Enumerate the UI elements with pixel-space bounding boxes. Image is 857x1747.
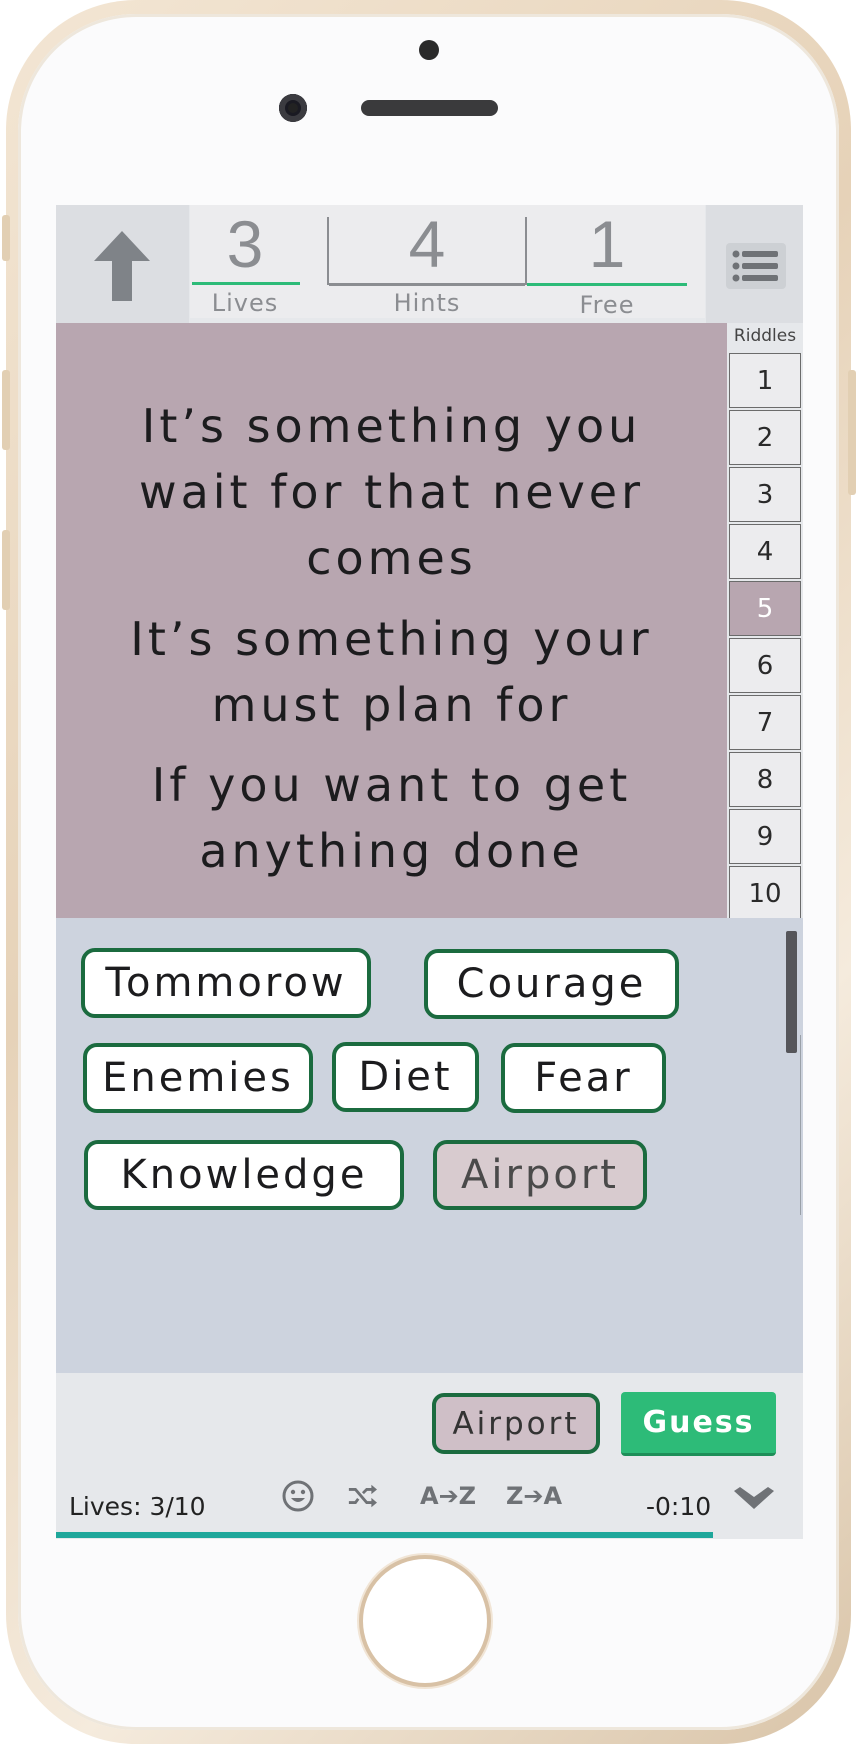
riddle-line: It’s something your [130,612,653,666]
riddle-line: If you want to get [151,758,632,812]
earpiece-speaker [361,100,498,116]
free-count: 1 [588,207,626,281]
answer-chip[interactable]: Knowledge [84,1140,404,1210]
lives-count: 3 [226,207,264,281]
timer: -0:10 [646,1492,712,1521]
riddle-tab-5[interactable]: 5 [729,581,801,636]
riddle-tab-1[interactable]: 1 [729,353,801,408]
sort-z-to-a-button[interactable]: Z➔A [506,1482,562,1510]
selected-answer[interactable]: Airport [432,1393,600,1454]
answer-chip[interactable]: Diet [332,1042,479,1112]
answers-scrollbar[interactable] [786,931,797,1053]
answer-chip[interactable]: Enemies [83,1043,313,1113]
answer-chip[interactable]: Fear [501,1043,666,1113]
app-screen: 3 Lives 4 Hints 1 Free It’s something yo… [56,205,803,1539]
riddle-tab-10[interactable]: 10 [729,866,801,921]
menu-icon [732,250,778,282]
riddle-line: must plan for [211,678,572,732]
up-arrow-icon [94,231,150,301]
back-button[interactable] [56,205,189,323]
hints-label: Hints [393,289,461,317]
free-label: Free [579,291,635,319]
riddle-line: comes [306,531,477,585]
lives-status: Lives: 3/10 [69,1492,206,1521]
riddle-line: wait for that never [138,465,645,519]
scroll-track-line [800,1035,801,1215]
lives-underline [192,282,300,285]
riddle-tab-3[interactable]: 3 [729,467,801,522]
power-button [848,370,856,495]
sort-a-to-z-button[interactable]: A➔Z [420,1482,476,1510]
answer-chip-used[interactable]: Airport [433,1140,647,1210]
stats-bar: 3 Lives 4 Hints 1 Free [190,205,705,319]
riddle-tab-4[interactable]: 4 [729,524,801,579]
riddle-tab-2[interactable]: 2 [729,410,801,465]
chevron-down-icon[interactable] [734,1487,774,1511]
answer-chip[interactable]: Tommorow [81,948,371,1018]
riddle-tab-6[interactable]: 6 [729,638,801,693]
volume-down-button [2,530,10,610]
riddle-tab-8[interactable]: 8 [729,752,801,807]
riddle-line: It’s something you [141,399,642,453]
smiley-icon[interactable] [282,1480,314,1512]
riddle-panel: It’s something you wait for that never c… [56,323,727,918]
answer-chip[interactable]: Courage [424,949,679,1019]
silent-switch [2,215,10,261]
proximity-sensor [419,40,439,60]
menu-button[interactable] [726,243,786,289]
front-camera [279,94,307,122]
time-progress-bar [56,1532,714,1538]
hints-count: 4 [408,207,446,281]
home-button[interactable] [359,1555,491,1687]
riddle-tab-9[interactable]: 9 [729,809,801,864]
free-underline [527,283,687,286]
guess-button[interactable]: Guess [621,1392,776,1456]
volume-up-button [2,370,10,450]
hints-underline [329,283,525,286]
shuffle-icon[interactable] [347,1481,377,1511]
riddle-line: anything done [199,824,584,878]
riddles-title: Riddles [733,326,797,346]
riddle-tab-7[interactable]: 7 [729,695,801,750]
lives-label: Lives [211,289,279,317]
